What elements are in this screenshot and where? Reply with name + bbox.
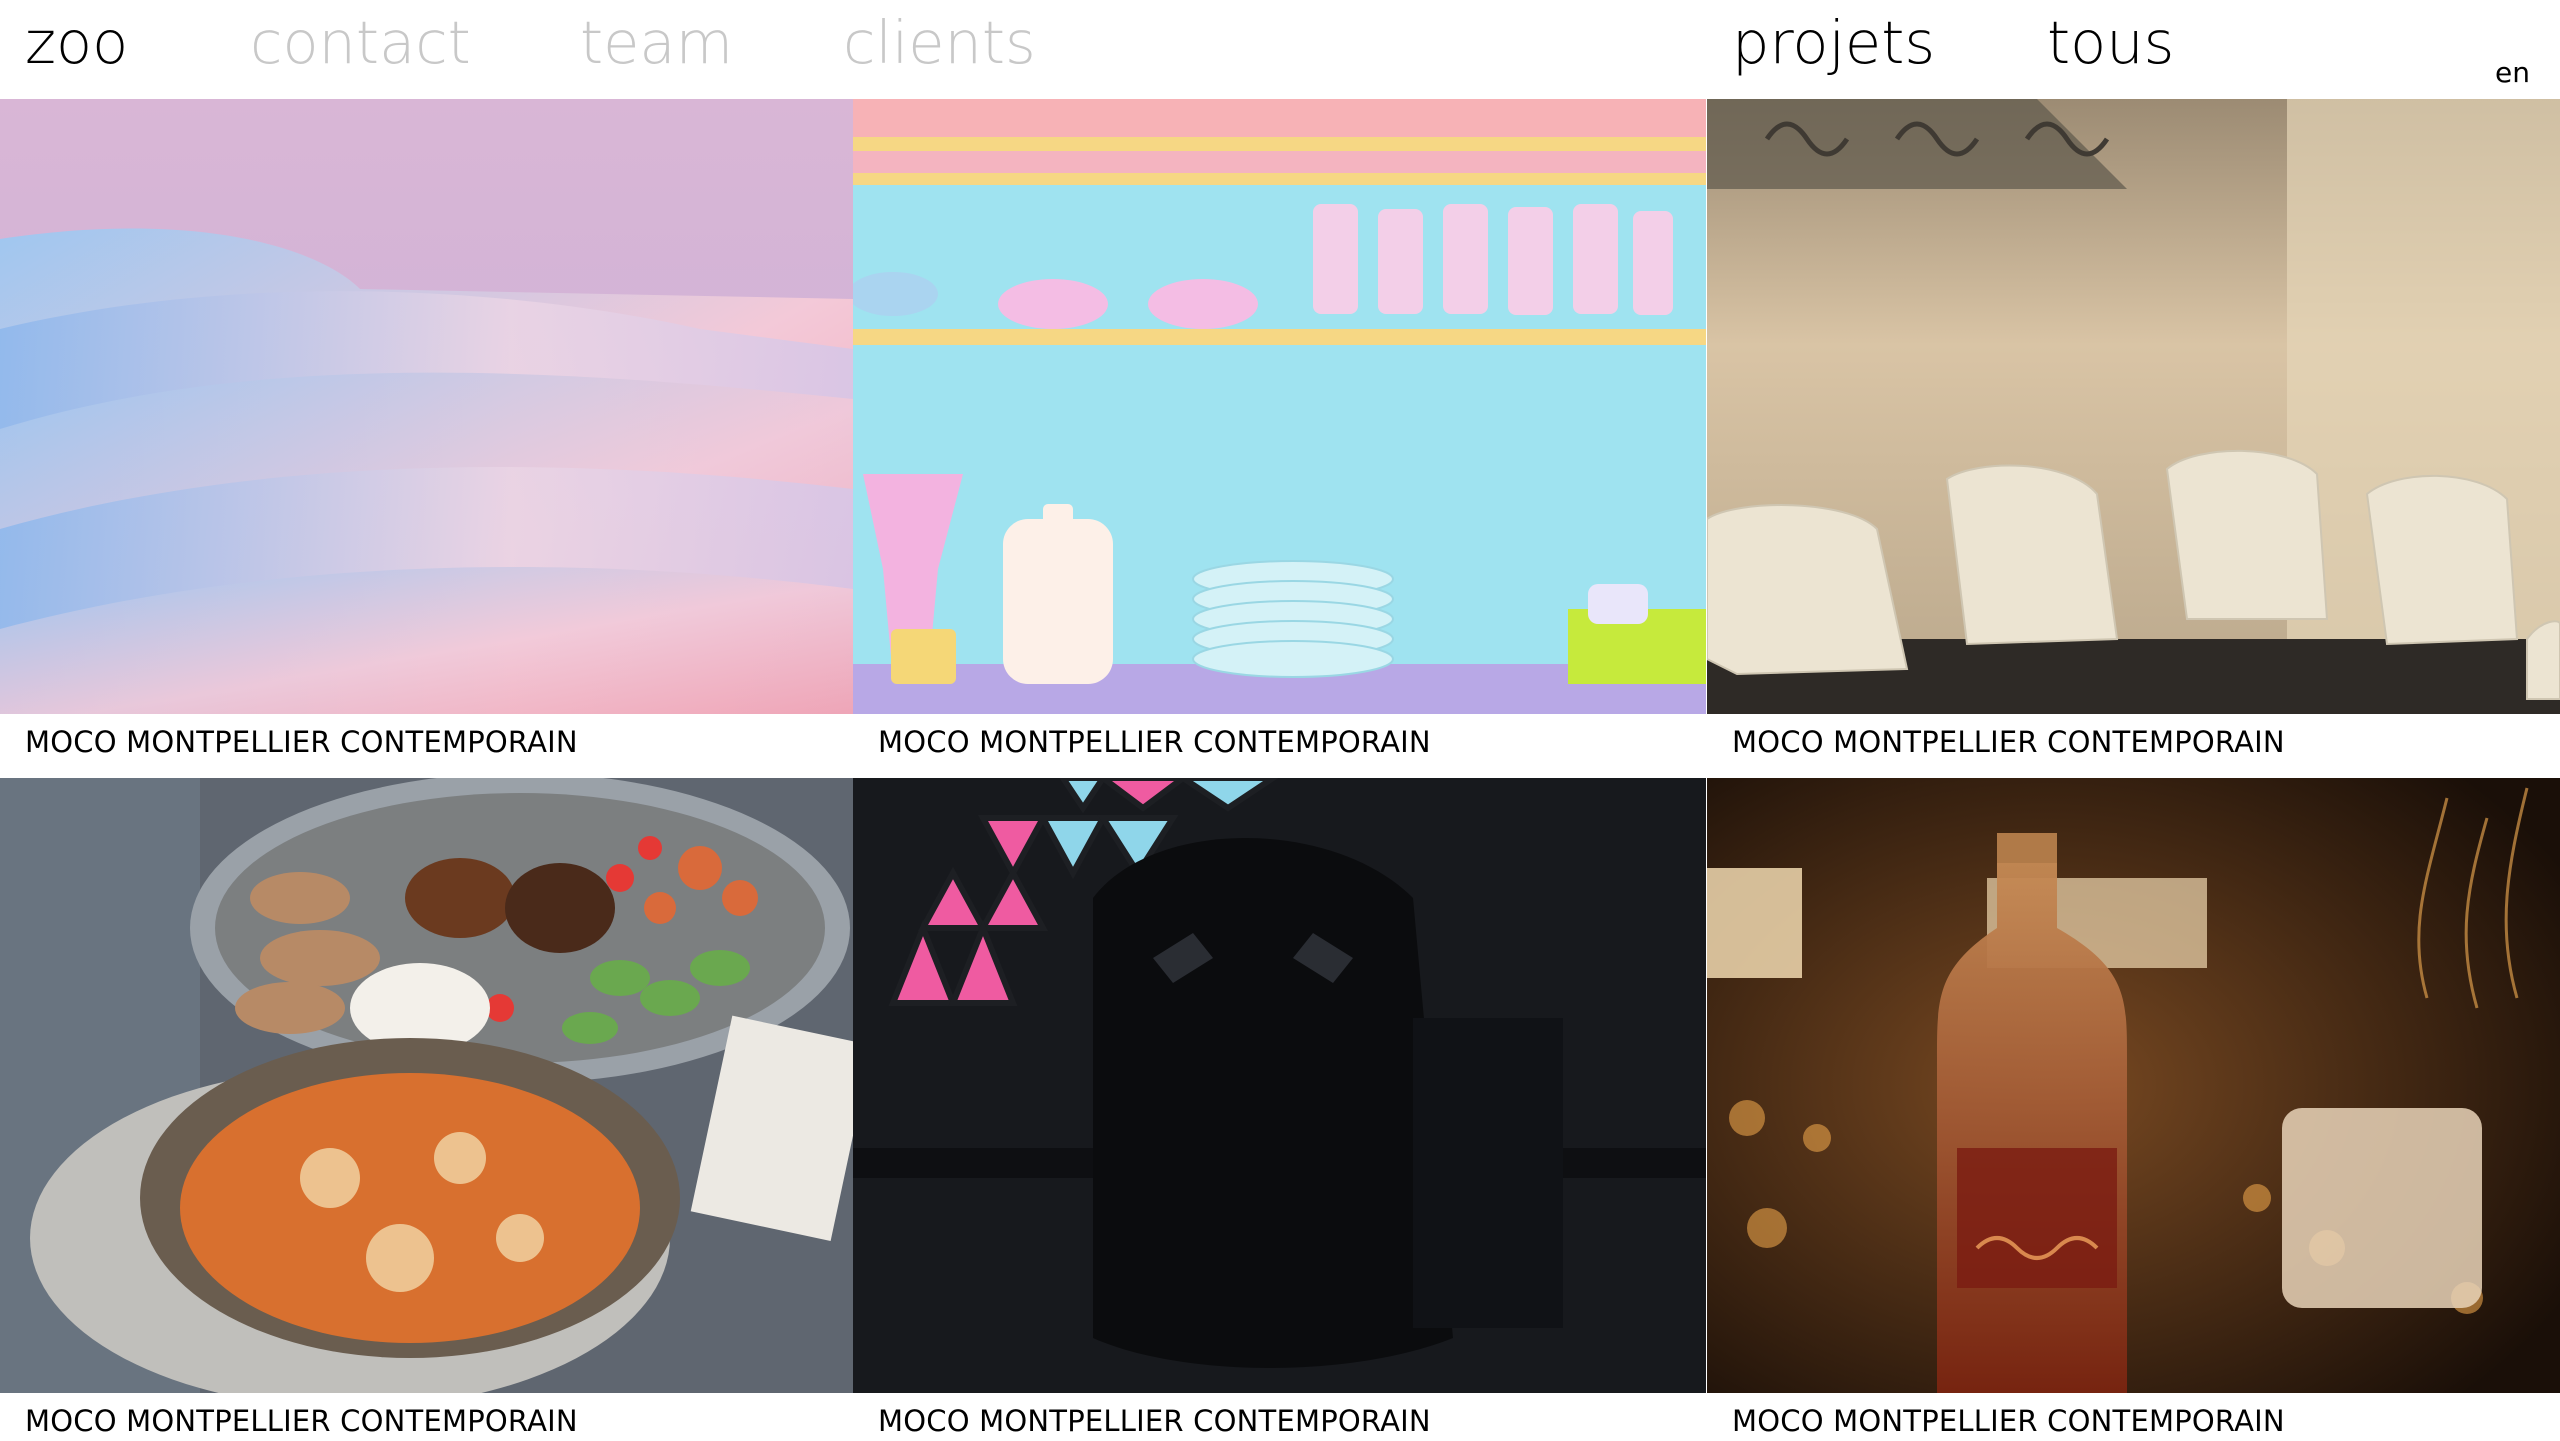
project-image-white-chairs[interactable] [1707, 99, 2560, 714]
project-title[interactable]: MOCO MONTPELLIER CONTEMPORAIN [25, 1401, 578, 1441]
nav-team[interactable]: team [580, 0, 733, 99]
project-image-pastel-waves[interactable] [0, 99, 853, 714]
site-header: zoo contact team clients projets tous en [0, 0, 2560, 99]
nav-projets[interactable]: projets [1732, 0, 1935, 99]
language-switch[interactable]: en [2495, 56, 2530, 89]
project-title[interactable]: MOCO MONTPELLIER CONTEMPORAIN [25, 722, 578, 762]
filter-tous[interactable]: tous [2047, 0, 2174, 99]
nav-clients[interactable]: clients [843, 0, 1036, 99]
project-image-rum-bottle[interactable] [1707, 778, 2560, 1393]
project-image-gaming-chair[interactable] [853, 778, 1706, 1393]
project-title[interactable]: MOCO MONTPELLIER CONTEMPORAIN [878, 722, 1431, 762]
project-title[interactable]: MOCO MONTPELLIER CONTEMPORAIN [878, 1401, 1431, 1441]
nav-contact[interactable]: contact [250, 0, 471, 99]
project-title[interactable]: MOCO MONTPELLIER CONTEMPORAIN [1732, 1401, 2285, 1441]
project-title[interactable]: MOCO MONTPELLIER CONTEMPORAIN [1732, 722, 2285, 762]
projects-grid: MOCO MONTPELLIER CONTEMPORAIN MOCO MONTP… [0, 99, 2560, 1440]
brand-logo-link[interactable]: zoo [25, 0, 128, 99]
project-image-kitchen-shelves[interactable] [853, 99, 1706, 714]
project-image-food-platter[interactable] [0, 778, 853, 1393]
